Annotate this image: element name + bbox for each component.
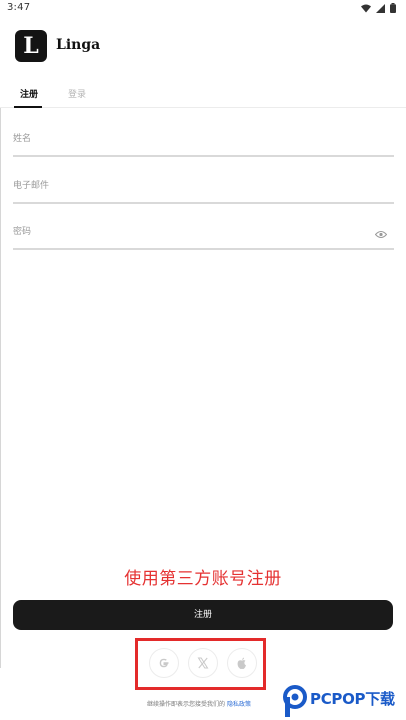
auth-tabs: 注册 登录 — [0, 82, 406, 108]
pcpop-watermark: PCPOP下载 — [280, 684, 406, 720]
x-login-button[interactable] — [188, 648, 218, 678]
password-field-underline — [13, 248, 394, 250]
privacy-policy-link[interactable]: 隐私政策 — [227, 701, 251, 708]
app-logo-letter: L — [23, 33, 39, 59]
overlay-caption: 使用第三方账号注册 — [124, 569, 282, 589]
wifi-icon — [361, 4, 371, 12]
name-field-label: 姓名 — [13, 134, 32, 144]
consent-text: 继续操作即表示您接受我们的 隐私政策 — [147, 699, 251, 708]
watermark-text: PCPOP下载 — [310, 690, 395, 708]
status-bar: 3:47 — [0, 0, 406, 18]
consent-prefix: 继续操作即表示您接受我们的 — [147, 701, 226, 708]
register-button[interactable]: 注册 — [13, 600, 393, 630]
apple-icon — [237, 657, 246, 669]
status-icons — [361, 3, 396, 13]
password-field[interactable]: 密码 — [13, 220, 394, 250]
app-name: Linga — [56, 37, 101, 53]
signal-icon — [376, 3, 385, 13]
google-login-button[interactable] — [149, 648, 179, 678]
google-icon — [159, 658, 169, 668]
email-field-label: 电子邮件 — [13, 181, 50, 191]
status-time: 3:47 — [7, 2, 31, 13]
apple-login-button[interactable] — [227, 648, 257, 678]
name-field-underline — [13, 155, 394, 157]
email-field-underline — [13, 202, 394, 204]
tab-login[interactable]: 登录 — [68, 87, 86, 100]
eye-icon[interactable] — [374, 224, 388, 243]
name-field[interactable]: 姓名 — [13, 127, 394, 157]
password-field-label: 密码 — [13, 227, 32, 237]
app-logo: L — [15, 30, 47, 62]
tab-register[interactable]: 注册 — [20, 87, 38, 100]
active-tab-indicator — [14, 106, 42, 108]
email-field[interactable]: 电子邮件 — [13, 174, 394, 204]
battery-icon — [390, 3, 396, 13]
pcpop-logo-icon — [283, 685, 307, 717]
x-icon — [197, 657, 209, 669]
